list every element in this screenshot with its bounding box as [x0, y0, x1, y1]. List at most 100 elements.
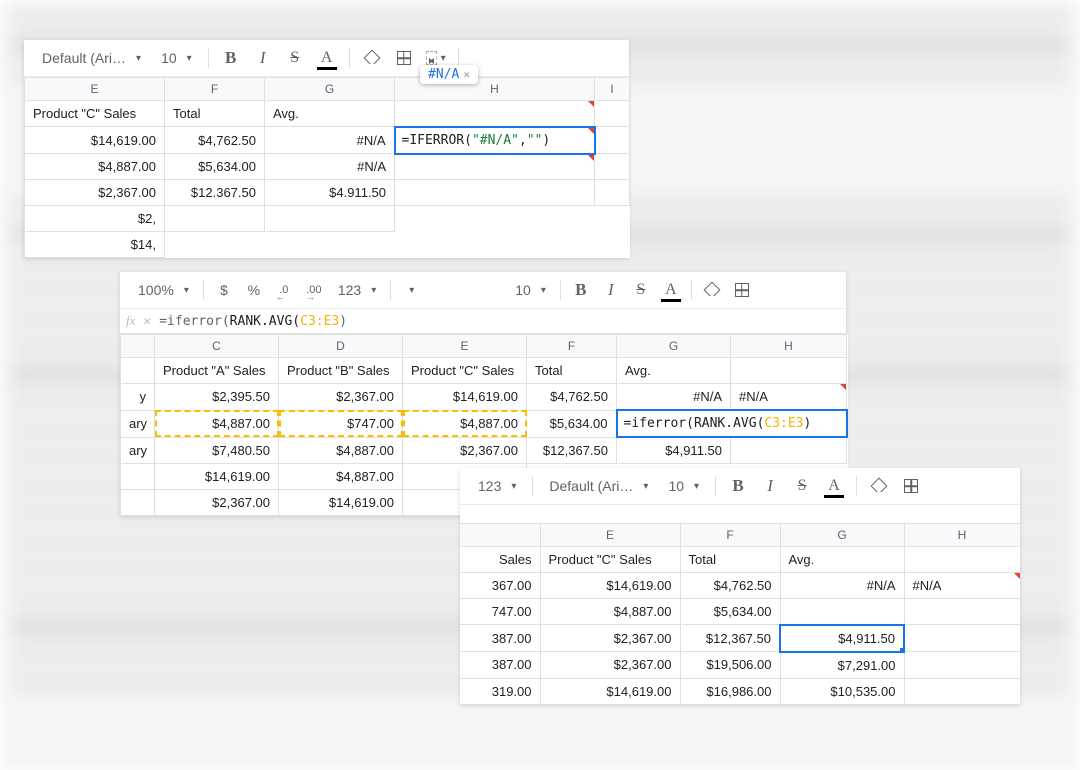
number-format-selector[interactable]: 123 — [334, 280, 380, 300]
cell[interactable]: $4,887.00 — [279, 437, 403, 464]
close-icon[interactable]: ✕ — [463, 68, 470, 81]
currency-button[interactable]: $ — [214, 280, 234, 300]
cell[interactable] — [595, 127, 630, 154]
font-selector[interactable]: Default (Ari… — [38, 48, 145, 68]
cell[interactable]: $4,762.50 — [165, 127, 265, 154]
cell[interactable]: $4,762.50 — [680, 573, 780, 599]
cell[interactable] — [395, 154, 595, 180]
cell[interactable]: $4,887.00 — [403, 410, 527, 437]
cell[interactable] — [904, 678, 1020, 704]
cell[interactable] — [121, 490, 155, 516]
cell[interactable]: 319.00 — [460, 678, 540, 704]
cell[interactable]: Avg. — [265, 101, 395, 127]
font-selector[interactable]: Default (Ari… — [545, 476, 652, 496]
cell[interactable] — [780, 599, 904, 625]
cell[interactable]: $2,367.00 — [279, 384, 403, 411]
col-header[interactable]: G — [780, 524, 904, 547]
cell[interactable]: ary — [121, 437, 155, 464]
cell[interactable] — [121, 358, 155, 384]
cell[interactable]: 747.00 — [460, 599, 540, 625]
cell[interactable]: $14, — [25, 232, 165, 258]
strikethrough-button[interactable]: S — [631, 280, 651, 300]
increase-decimal-button[interactable]: .00→ — [304, 280, 324, 300]
cell[interactable]: $5,634.00 — [680, 599, 780, 625]
col-header[interactable]: D — [279, 335, 403, 358]
font-size-selector[interactable]: 10 — [511, 280, 550, 300]
formula-editing-cell[interactable]: =IFERROR("#N/A","") — [395, 127, 595, 154]
col-header[interactable]: F — [165, 78, 265, 101]
spreadsheet-panel3[interactable]: E F G H Sales Product "C" Sales Total Av… — [460, 523, 1021, 705]
cell[interactable] — [595, 154, 630, 180]
cell[interactable] — [904, 625, 1020, 652]
cell[interactable]: $4,887.00 — [540, 599, 680, 625]
cell[interactable]: 367.00 — [460, 573, 540, 599]
cell[interactable]: $747.00 — [279, 410, 403, 437]
cell[interactable]: $14,619.00 — [279, 490, 403, 516]
cell[interactable]: #N/A — [265, 127, 395, 154]
cell[interactable]: Avg. — [780, 547, 904, 573]
cell[interactable]: $2,367.00 — [540, 652, 680, 679]
col-header[interactable]: G — [265, 78, 395, 101]
cell[interactable]: $2,395.50 — [155, 384, 279, 411]
col-header[interactable] — [460, 524, 540, 547]
col-header[interactable]: F — [680, 524, 780, 547]
cell[interactable]: Product "C" Sales — [403, 358, 527, 384]
cell[interactable]: $5,634.00 — [527, 410, 617, 437]
cell[interactable]: ary — [121, 410, 155, 437]
formula-bar[interactable]: fx ✕ =iferror(RANK.AVG(C3:E3) — [120, 309, 846, 334]
cell[interactable]: $14,619.00 — [403, 384, 527, 411]
cell[interactable] — [904, 599, 1020, 625]
col-header[interactable]: H — [904, 524, 1020, 547]
cell[interactable] — [265, 206, 395, 232]
cell[interactable]: $14,619.00 — [540, 678, 680, 704]
col-header[interactable]: E — [540, 524, 680, 547]
cell[interactable]: $2, — [25, 206, 165, 232]
cell[interactable]: #N/A — [780, 573, 904, 599]
formula-editing-cell[interactable]: ? =iferror(RANK.AVG(C3:E3) — [617, 410, 847, 437]
font-size-selector[interactable]: 10 — [664, 476, 703, 496]
cell[interactable]: $14,619.00 — [25, 127, 165, 154]
strikethrough-button[interactable]: S — [285, 48, 305, 68]
zoom-selector[interactable]: 100% — [134, 280, 193, 300]
cell[interactable]: y — [121, 384, 155, 411]
text-color-button[interactable]: A — [317, 48, 337, 68]
cell[interactable]: Total — [165, 101, 265, 127]
cell[interactable]: Sales — [460, 547, 540, 573]
col-header[interactable]: F — [527, 335, 617, 358]
cell[interactable]: Total — [680, 547, 780, 573]
cell[interactable]: Avg. — [617, 358, 731, 384]
cell[interactable] — [595, 180, 630, 206]
selected-cell[interactable]: $4,911.50 — [780, 625, 904, 652]
cell[interactable]: Product "A" Sales — [155, 358, 279, 384]
col-header[interactable]: G — [617, 335, 731, 358]
cell[interactable]: $4,887.00 — [279, 464, 403, 490]
cell[interactable]: Product "C" Sales — [25, 101, 165, 127]
bold-button[interactable]: B — [221, 48, 241, 68]
borders-button[interactable] — [901, 476, 921, 496]
cell[interactable]: $12.367.50 — [165, 180, 265, 206]
cell[interactable]: $2,367.00 — [540, 625, 680, 652]
cell[interactable]: Total — [527, 358, 617, 384]
col-header[interactable]: E — [403, 335, 527, 358]
italic-button[interactable]: I — [253, 48, 273, 68]
cell[interactable]: $7,291.00 — [780, 652, 904, 679]
font-selector[interactable] — [401, 283, 501, 298]
cell[interactable]: $4,887.00 — [155, 410, 279, 437]
col-header[interactable]: I — [595, 78, 630, 101]
cell[interactable] — [395, 101, 595, 127]
cell[interactable]: #N/A — [904, 573, 1020, 599]
percent-button[interactable]: % — [244, 280, 264, 300]
col-header[interactable]: E — [25, 78, 165, 101]
bold-button[interactable]: B — [728, 476, 748, 496]
cell[interactable]: $2,367.00 — [403, 437, 527, 464]
cell[interactable]: Product "C" Sales — [540, 547, 680, 573]
number-format-selector[interactable]: 123 — [474, 476, 520, 496]
cell[interactable] — [731, 358, 847, 384]
cell[interactable]: $5,634.00 — [165, 154, 265, 180]
spreadsheet-panel1[interactable]: E F G H I Product "C" Sales Total Avg. $… — [24, 77, 630, 258]
cell[interactable]: $2,367.00 — [25, 180, 165, 206]
cell[interactable]: $10,535.00 — [780, 678, 904, 704]
formula-bar-text[interactable]: =iferror(RANK.AVG(C3:E3) — [159, 314, 347, 329]
strikethrough-button[interactable]: S — [792, 476, 812, 496]
cell[interactable]: Product "B" Sales — [279, 358, 403, 384]
